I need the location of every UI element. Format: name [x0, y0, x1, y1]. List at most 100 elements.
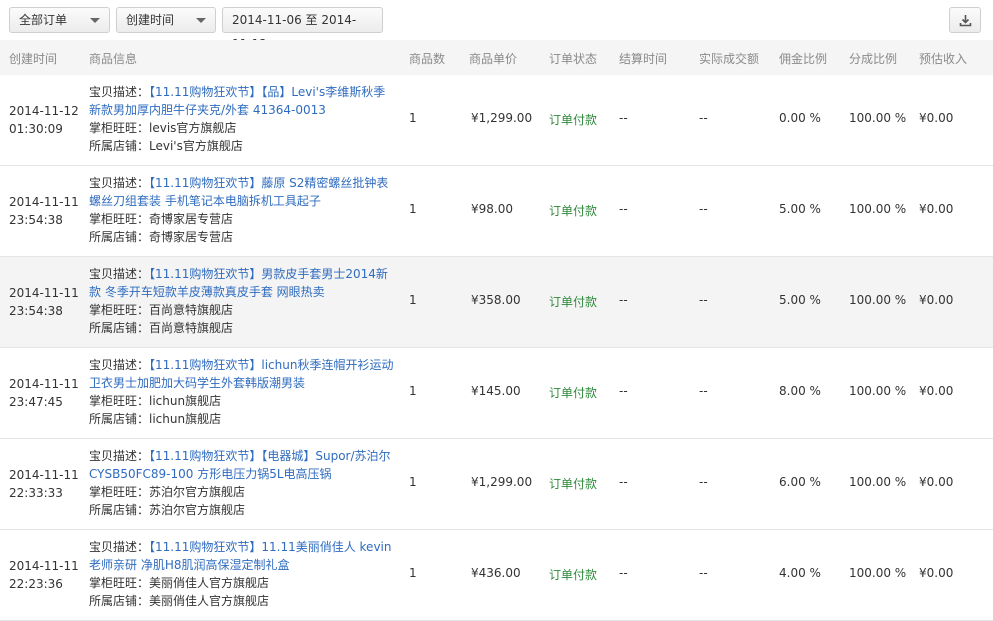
desc-label: 宝贝描述： [89, 449, 150, 463]
quantity-cell: 1 [409, 475, 417, 489]
quantity-cell: 1 [409, 202, 417, 216]
created-date: 2014-11-11 [9, 377, 79, 391]
quantity-cell: 1 [409, 293, 417, 307]
commission-rate-cell: 5.00 % [779, 293, 821, 307]
created-clock: 22:23:36 [9, 577, 63, 591]
table-row: 2014-11-11 22:23:36 宝贝描述：【11.11购物狂欢节】11.… [0, 530, 993, 621]
seller-name: lichun旗舰店 [149, 394, 222, 408]
orders-table-body: 2014-11-12 01:30:09 宝贝描述： 【11.11购物狂欢节】【品】… [0, 75, 993, 621]
created-date: 2014-11-11 [9, 195, 79, 209]
actual-amount-cell: -- [699, 475, 708, 489]
shop-label: 所属店铺： [89, 321, 150, 335]
settle-time-cell: -- [619, 111, 628, 125]
col-quantity[interactable]: 商品数 [409, 50, 445, 67]
product-link-cont[interactable]: 款 冬季开车短款羊皮薄款真皮手套 网眼热卖 [89, 283, 404, 301]
unit-price-cell: ¥1,299.00 [471, 475, 533, 489]
est-income-cell: ¥0.00 [919, 111, 954, 125]
col-created-time[interactable]: 创建时间 [9, 50, 57, 67]
created-time-cell: 2014-11-11 23:47:45 [9, 375, 79, 411]
shop-name: 百尚意特旗舰店 [149, 321, 234, 335]
product-link-cont[interactable]: 新款男加厚内胆牛仔夹克/外套 41364-0013 [89, 101, 404, 119]
col-commission-rate[interactable]: 佣金比例 [779, 50, 827, 67]
download-icon [959, 15, 972, 27]
created-date: 2014-11-11 [9, 559, 79, 573]
settle-time-cell: -- [619, 293, 628, 307]
product-info-cell: 宝贝描述：【11.11购物狂欢节】11.11美丽俏佳人 kevin 老师亲研 净… [89, 538, 404, 610]
actual-amount-cell: -- [699, 202, 708, 216]
unit-price-cell: ¥145.00 [471, 384, 521, 398]
est-income-cell: ¥0.00 [919, 384, 954, 398]
seller-label: 掌柜旺旺： [89, 394, 150, 408]
table-row: 2014-11-11 23:54:38 宝贝描述：【11.11购物狂欢节】藤原 … [0, 166, 993, 257]
est-income-cell: ¥0.00 [919, 566, 954, 580]
commission-rate-cell: 5.00 % [779, 202, 821, 216]
created-clock: 22:33:33 [9, 486, 63, 500]
shop-name: Levi's官方旗舰店 [149, 139, 243, 153]
order-type-dropdown[interactable]: 全部订单 [9, 7, 110, 33]
order-status-cell: 订单付款 [549, 477, 598, 491]
desc-label: 宝贝描述： [89, 540, 150, 554]
product-link[interactable]: 【11.11购物狂欢节】【品】Levi's李维斯秋季 [149, 85, 385, 99]
est-income-cell: ¥0.00 [919, 475, 954, 489]
shop-label: 所属店铺： [89, 139, 150, 153]
product-link[interactable]: 【11.11购物狂欢节】【电器城】Supor/苏泊尔 [149, 449, 391, 463]
product-link-cont[interactable]: CYSB50FC89-100 方形电压力锅5L电高压锅 [89, 465, 404, 483]
product-info-cell: 宝贝描述：【11.11购物狂欢节】lichun秋季连帽开衫运动 卫衣男士加肥加大… [89, 356, 404, 428]
download-button[interactable] [949, 7, 981, 33]
created-time-cell: 2014-11-11 23:54:38 [9, 193, 79, 229]
commission-rate-cell: 4.00 % [779, 566, 821, 580]
seller-name: 百尚意特旗舰店 [149, 303, 234, 317]
product-link-cont[interactable]: 老师亲研 净肌H8肌润高保湿定制礼盒 [89, 556, 404, 574]
col-actual-amount[interactable]: 实际成交额 [699, 50, 759, 67]
quantity-cell: 1 [409, 111, 417, 125]
col-share-rate[interactable]: 分成比例 [849, 50, 897, 67]
unit-price-cell: ¥1,299.00 [471, 111, 533, 125]
order-status-cell: 订单付款 [549, 113, 598, 127]
table-row: 2014-11-12 01:30:09 宝贝描述：【11.11购物狂欢节】【品】… [0, 75, 993, 166]
created-date: 2014-11-12 [9, 104, 79, 118]
actual-amount-cell: -- [699, 384, 708, 398]
toolbar: 全部订单 创建时间 2014-11-06 至 2014-11-12 [0, 0, 993, 51]
col-product-info[interactable]: 商品信息 [89, 50, 137, 67]
share-rate-cell: 100.00 % [849, 475, 907, 489]
created-clock: 23:47:45 [9, 395, 63, 409]
commission-rate-cell: 6.00 % [779, 475, 821, 489]
table-row: 2014-11-11 23:54:38 宝贝描述：【11.11购物狂欢节】男款皮… [0, 257, 993, 348]
settle-time-cell: -- [619, 202, 628, 216]
shop-label: 所属店铺： [89, 412, 150, 426]
time-type-dropdown[interactable]: 创建时间 [116, 7, 216, 33]
settle-time-cell: -- [619, 475, 628, 489]
product-link-cont[interactable]: 螺丝刀组套装 手机笔记本电脑拆机工具起子 [89, 192, 404, 210]
shop-label: 所属店铺： [89, 230, 150, 244]
seller-name: levis官方旗舰店 [149, 121, 237, 135]
order-type-value: 全部订单 [19, 13, 68, 27]
desc-label: 宝贝描述： [89, 176, 150, 190]
col-unit-price[interactable]: 商品单价 [469, 50, 517, 67]
table-row: 2014-11-11 22:33:33 宝贝描述：【11.11购物狂欢节】【电器… [0, 439, 993, 530]
commission-rate-cell: 0.00 % [779, 111, 821, 125]
order-status-cell: 订单付款 [549, 568, 598, 582]
shop-name: lichun旗舰店 [149, 412, 222, 426]
product-link[interactable]: 【11.11购物狂欢节】11.11美丽俏佳人 kevin [149, 540, 391, 554]
share-rate-cell: 100.00 % [849, 111, 907, 125]
table-header: 创建时间 商品信息 商品数 商品单价 订单状态 结算时间 实际成交额 佣金比例 … [0, 40, 993, 76]
created-clock: 23:54:38 [9, 304, 63, 318]
product-link-cont[interactable]: 卫衣男士加肥加大码学生外套韩版潮男装 [89, 374, 404, 392]
col-settle-time[interactable]: 结算时间 [619, 50, 667, 67]
product-link[interactable]: 【11.11购物狂欢节】藤原 S2精密螺丝批钟表 [149, 176, 388, 190]
chevron-down-icon [196, 18, 206, 23]
seller-label: 掌柜旺旺： [89, 212, 150, 226]
seller-label: 掌柜旺旺： [89, 576, 150, 590]
created-date: 2014-11-11 [9, 286, 79, 300]
product-link[interactable]: 【11.11购物狂欢节】男款皮手套男士2014新 [149, 267, 388, 281]
product-link[interactable]: 【11.11购物狂欢节】lichun秋季连帽开衫运动 [149, 358, 393, 372]
actual-amount-cell: -- [699, 293, 708, 307]
date-range-picker[interactable]: 2014-11-06 至 2014-11-12 [222, 7, 383, 51]
col-est-income[interactable]: 预估收入 [919, 50, 967, 67]
created-time-cell: 2014-11-12 01:30:09 [9, 102, 79, 138]
unit-price-cell: ¥436.00 [471, 566, 521, 580]
col-order-status[interactable]: 订单状态 [549, 50, 597, 67]
product-info-cell: 宝贝描述：【11.11购物狂欢节】【电器城】Supor/苏泊尔 CYSB50FC… [89, 447, 404, 519]
share-rate-cell: 100.00 % [849, 293, 907, 307]
created-time-cell: 2014-11-11 22:23:36 [9, 557, 79, 593]
